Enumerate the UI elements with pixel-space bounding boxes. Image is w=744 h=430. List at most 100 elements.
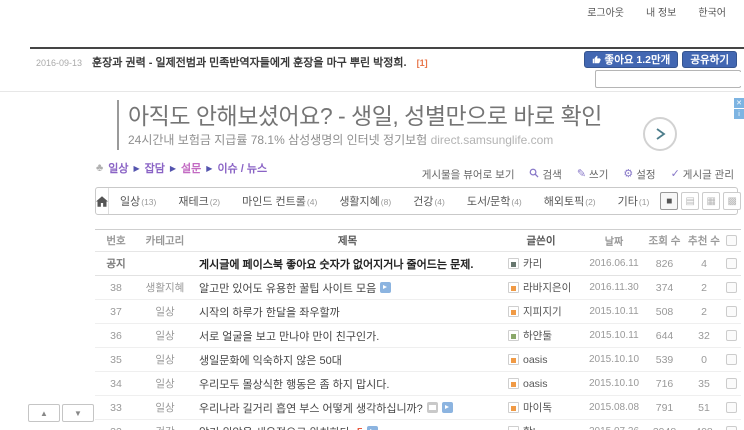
post-title-link[interactable]: 알고만 있어도 유용한 꿀팁 사이트 모음 xyxy=(199,280,376,296)
ad-info-icon[interactable]: i xyxy=(734,109,744,119)
board-toolbar: 게시물을 뷰어로 보기 검색 ✎ 쓰기 ⚙ 설정 ✓ 게시글 관리 xyxy=(422,167,734,182)
post-title-link[interactable]: 서로 얼굴을 보고 만나야 만이 친구인가. xyxy=(199,328,379,344)
viewer-icon[interactable] xyxy=(442,402,453,413)
viewer-icon[interactable] xyxy=(367,426,378,430)
post-date: 2015.08.08 xyxy=(586,402,642,413)
table-row[interactable]: 37 일상 시작의 하루가 한달을 좌우할까 지피지기 2015.10.11 5… xyxy=(95,300,741,324)
board-search-button[interactable]: 검색 xyxy=(529,167,561,182)
breadcrumb-item-japdam[interactable]: 잡담 xyxy=(145,160,165,176)
post-title-link[interactable]: 우리나라 길거리 흡연 부스 어떻게 생각하십니까? xyxy=(199,400,423,416)
tab-books[interactable]: 도서/문학(4) xyxy=(456,193,533,209)
scroll-top-button[interactable]: ▲ xyxy=(28,404,60,422)
post-author[interactable]: 카리 xyxy=(523,256,542,271)
viewer-mode-button[interactable]: 게시물을 뷰어로 보기 xyxy=(422,167,515,182)
post-number: 32 xyxy=(95,426,137,430)
post-votes: 408 xyxy=(687,426,721,430)
breadcrumb-item-ilsang[interactable]: 일상 xyxy=(108,160,128,176)
table-row[interactable]: 33 일상 우리나라 길거리 흡연 부스 어떻게 생각하십니까? 마이독 201… xyxy=(95,396,741,420)
post-title-link[interactable]: 게시글에 페이스북 좋아요 숫자가 없어지거나 줄어드는 문제. xyxy=(199,256,473,272)
post-category: 일상 xyxy=(137,352,193,367)
logout-link[interactable]: 로그아웃 xyxy=(587,4,624,19)
tab-health[interactable]: 건강(4) xyxy=(402,193,456,209)
write-post-button[interactable]: ✎ 쓰기 xyxy=(577,167,609,182)
post-category: 생활지혜 xyxy=(137,280,193,295)
tab-jaetech[interactable]: 재테크(2) xyxy=(167,193,231,209)
table-row[interactable]: 36 일상 서로 얼굴을 보고 만나야 만이 친구인가. 하얀둘 2015.10… xyxy=(95,324,741,348)
table-row[interactable]: 35 일상 생일문화에 익숙하지 않은 50대 oasis 2015.10.10… xyxy=(95,348,741,372)
row-checkbox[interactable] xyxy=(726,402,737,413)
post-author[interactable]: 마이독 xyxy=(523,400,552,415)
select-all-checkbox[interactable] xyxy=(726,235,737,246)
tab-world-topics[interactable]: 해외토픽(2) xyxy=(533,193,607,209)
my-info-link[interactable]: 내 정보 xyxy=(646,4,676,19)
post-votes: 51 xyxy=(687,402,721,414)
author-avatar xyxy=(508,378,519,389)
ad-headline[interactable]: 아직도 안해보셨어요? - 생일, 성별만으로 바로 확인 xyxy=(128,97,602,131)
table-header-row: 번호 카테고리 제목 글쓴이 날짜 조회 수 추천 수 xyxy=(95,229,741,252)
row-checkbox[interactable] xyxy=(726,306,737,317)
post-views: 716 xyxy=(642,378,687,390)
post-author[interactable]: oasis xyxy=(523,354,548,366)
ad-banner[interactable]: 아직도 안해보셨어요? - 생일, 성별만으로 바로 확인 24시간내 보험금 … xyxy=(0,95,744,158)
row-checkbox[interactable] xyxy=(726,258,737,269)
ad-link[interactable]: direct.samsunglife.com xyxy=(431,133,554,147)
post-date: 2016.11.30 xyxy=(586,282,642,293)
post-date: 2015.10.11 xyxy=(586,306,642,317)
table-row[interactable]: 32 건강 알기 위암을 새우젓으로 완치하다.5 학! 2015.07.26 … xyxy=(95,420,741,430)
table-row[interactable]: 34 일상 우리모두 몰상식한 행동은 좀 하지 맙시다. oasis 2015… xyxy=(95,372,741,396)
post-date: 2015.10.10 xyxy=(586,378,642,389)
tab-mind-control[interactable]: 마인드 컨트롤(4) xyxy=(231,193,328,209)
post-author[interactable]: 지피지기 xyxy=(523,304,562,319)
ad-choices: ✕ i xyxy=(734,98,744,119)
board-settings-button[interactable]: ⚙ 설정 xyxy=(623,167,655,182)
post-number: 33 xyxy=(95,402,137,414)
post-views: 374 xyxy=(642,282,687,294)
tab-life-tips[interactable]: 생활지혜(8) xyxy=(328,193,402,209)
ad-close-icon[interactable]: ✕ xyxy=(734,98,744,108)
search-input[interactable] xyxy=(596,72,744,86)
post-title-link[interactable]: 알기 위암을 새우젓으로 완치하다. xyxy=(199,424,353,430)
social-buttons: 좋아요 1.2만개 공유하기 xyxy=(584,51,737,68)
breadcrumb-item-seolmun[interactable]: 설문 xyxy=(181,160,201,176)
ad-next-arrow-button[interactable] xyxy=(643,117,677,151)
tab-ilsang[interactable]: 일상(13) xyxy=(109,193,167,209)
post-category: 일상 xyxy=(137,304,193,319)
post-title-link[interactable]: 시작의 하루가 한달을 좌우할까 xyxy=(199,304,340,320)
table-row-notice[interactable]: 공지 게시글에 페이스북 좋아요 숫자가 없어지거나 줄어드는 문제. 카리 2… xyxy=(95,252,741,276)
post-views: 3948 xyxy=(642,426,687,430)
pencil-icon: ✎ xyxy=(577,169,586,180)
scroll-bottom-button[interactable]: ▼ xyxy=(62,404,94,422)
tab-etc[interactable]: 기타(1) xyxy=(607,193,661,209)
breadcrumb-item-issue-news[interactable]: 이슈 / 뉴스 xyxy=(217,160,267,176)
manage-posts-button[interactable]: ✓ 게시글 관리 xyxy=(671,167,734,182)
post-author[interactable]: 라바지은이 xyxy=(523,280,571,295)
view-mode-small-grid-button[interactable]: ▩ xyxy=(723,192,741,210)
view-mode-grid-button[interactable]: ▦ xyxy=(702,192,720,210)
post-author[interactable]: 하얀둘 xyxy=(523,328,552,343)
post-title-link[interactable]: 우리모두 몰상식한 행동은 좀 하지 맙시다. xyxy=(199,376,389,392)
row-checkbox[interactable] xyxy=(726,330,737,341)
post-author[interactable]: oasis xyxy=(523,378,548,390)
post-title-link[interactable]: 생일문화에 익숙하지 않은 50대 xyxy=(199,352,342,368)
post-number: 37 xyxy=(95,306,137,318)
row-checkbox[interactable] xyxy=(726,354,737,365)
row-checkbox[interactable] xyxy=(726,378,737,389)
row-checkbox[interactable] xyxy=(726,426,737,430)
post-author[interactable]: 학! xyxy=(523,424,536,430)
row-checkbox[interactable] xyxy=(726,282,737,293)
post-views: 644 xyxy=(642,330,687,342)
post-category: 일상 xyxy=(137,376,193,391)
news-title[interactable]: 훈장과 권력 - 일제전범과 민족반역자들에게 훈장을 마구 뿌린 박정희. xyxy=(92,54,407,70)
table-row[interactable]: 38 생활지혜 알고만 있어도 유용한 꿀팁 사이트 모음 라바지은이 2016… xyxy=(95,276,741,300)
view-mode-card-button[interactable]: ■ xyxy=(660,192,678,210)
author-avatar xyxy=(508,426,519,430)
language-link[interactable]: 한국어 xyxy=(698,4,726,19)
post-number: 35 xyxy=(95,354,137,366)
tab-home[interactable] xyxy=(96,188,109,214)
share-button[interactable]: 공유하기 xyxy=(682,51,737,68)
comment-count[interactable]: 5 xyxy=(357,426,363,430)
news-headline[interactable]: 2016-09-13 훈장과 권력 - 일제전범과 민족반역자들에게 훈장을 마… xyxy=(36,54,428,70)
facebook-like-button[interactable]: 좋아요 1.2만개 xyxy=(584,51,679,68)
viewer-icon[interactable] xyxy=(380,282,391,293)
view-mode-list-button[interactable]: ▤ xyxy=(681,192,699,210)
